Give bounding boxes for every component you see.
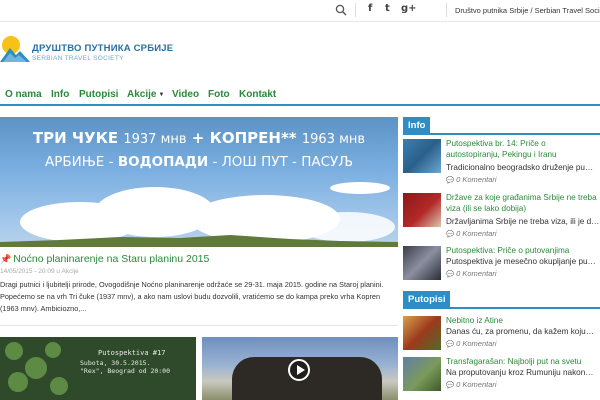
post-title[interactable]: Nebitno iz Atine xyxy=(446,315,600,326)
foliage xyxy=(45,342,61,358)
sidebar-section-putopisi: Putopisi xyxy=(403,291,600,309)
article-meta: 14/05/2015 - 20:09 u Akcije xyxy=(0,268,79,275)
nav-item-akcije-label: Akcije xyxy=(127,89,157,100)
poster-place: "Rex", Beograd od 20:00 xyxy=(80,367,171,375)
logo-mountain-icon xyxy=(0,36,30,62)
post-title[interactable]: Putospektiva: Priče o putovanjima xyxy=(446,245,600,256)
comment-icon: 💬 xyxy=(446,231,455,238)
post-thumbnail xyxy=(403,316,441,350)
comment-icon: 💬 xyxy=(446,177,455,184)
nav-item-putopisi[interactable]: Putopisi xyxy=(79,89,118,100)
section-label[interactable]: Info xyxy=(403,117,431,135)
pin-icon: 📌 xyxy=(0,254,12,264)
society-name[interactable]: Društvo putnika Srbije / Serbian Travel … xyxy=(455,6,600,15)
nav-item-foto[interactable]: Foto xyxy=(208,89,230,100)
divider xyxy=(0,325,398,326)
article-date: 14/05/2015 - 20:09 u xyxy=(0,268,60,275)
hero-text: 1937 мнв xyxy=(123,132,187,147)
article-category[interactable]: Akcije xyxy=(61,268,78,275)
comment-icon: 💬 xyxy=(446,382,455,389)
twitter-icon[interactable]: t xyxy=(385,3,390,14)
post-title[interactable]: Države za koje građanima Srbije ne treba… xyxy=(446,192,600,214)
hero-hills xyxy=(0,235,398,247)
hero-text: АРБИЊЕ - xyxy=(44,154,114,170)
chevron-down-icon: ▼ xyxy=(158,92,165,98)
comment-count[interactable]: 💬 0 Komentari xyxy=(446,380,497,389)
nav-item-kontakt[interactable]: Kontakt xyxy=(239,89,276,100)
section-label[interactable]: Putopisi xyxy=(403,291,451,309)
sidebar-section-info: Info xyxy=(403,117,600,135)
post-thumbnail xyxy=(403,246,441,280)
sidebar-post[interactable]: Nebitno iz Atine Danas ću, za promenu, d… xyxy=(403,315,600,355)
nav-item-info[interactable]: Info xyxy=(51,89,69,100)
sidebar-post[interactable]: Transfagarašan: Najbolji put na svetu Na… xyxy=(403,356,600,396)
nav-item-o-nama[interactable]: O nama xyxy=(5,89,42,100)
post-excerpt: Danas ću, za promenu, da kažem koju… xyxy=(446,327,594,336)
post-title[interactable]: Transfagarašan: Najbolji put na svetu xyxy=(446,356,600,367)
comment-count-text: 0 Komentari xyxy=(456,269,497,278)
facebook-icon[interactable]: f xyxy=(368,3,372,14)
featured-image[interactable]: ТРИ ЧУКЕ 1937 мнв + КОПРЕН** 1963 мнв АР… xyxy=(0,117,398,247)
post-thumbnail-video[interactable] xyxy=(202,337,398,400)
site-logo[interactable]: ДРУШТВО ПУТНИКА СРБИЈЕ SERBIAN TRAVEL SO… xyxy=(0,34,200,68)
sidebar-post[interactable]: Države za koje građanima Srbije ne treba… xyxy=(403,192,600,238)
post-excerpt: Državljanima Srbije ne treba viza, ili j… xyxy=(446,217,600,226)
divider xyxy=(446,3,447,17)
main-nav: O nama Info Putopisi Akcije ▼ Video Foto … xyxy=(0,86,600,106)
sidebar-post[interactable]: Putospektiva br. 14: Priče o autostopira… xyxy=(403,138,600,184)
post-thumbnail xyxy=(403,193,441,227)
hero-text: КОПРЕН** xyxy=(209,129,297,147)
comment-count-text: 0 Komentari xyxy=(456,175,497,184)
poster-title: Putospektiva #17 xyxy=(98,349,166,357)
foliage xyxy=(25,357,47,379)
comment-count[interactable]: 💬 0 Komentari xyxy=(446,269,497,278)
sidebar-post[interactable]: Putospektiva: Priče o putovanjima Putosp… xyxy=(403,245,600,285)
logo-subtitle: SERBIAN TRAVEL SOCIETY xyxy=(32,55,124,62)
post-thumbnail xyxy=(403,357,441,391)
article-title-text: Noćno planinarenje na Staru planinu 2015 xyxy=(13,253,210,265)
post-excerpt: Tradicionalno beogradsko druženje pu… xyxy=(446,163,594,172)
search-icon[interactable] xyxy=(335,4,347,16)
post-thumbnail-putospektiva[interactable]: Putospektiva #17 Subota, 30.5.2015. "Rex… xyxy=(0,337,196,400)
hero-text: + xyxy=(191,129,205,147)
foliage xyxy=(5,342,23,360)
comment-count-text: 0 Komentari xyxy=(456,339,497,348)
logo-name: ДРУШТВО ПУТНИКА СРБИЈЕ xyxy=(32,43,174,54)
nav-item-video[interactable]: Video xyxy=(172,89,199,100)
comment-count-text: 0 Komentari xyxy=(456,229,497,238)
google-plus-icon[interactable]: g+ xyxy=(401,3,417,14)
foliage xyxy=(50,377,68,395)
top-bar: f t g+ Društvo putnika Srbije / Serbian … xyxy=(0,0,600,22)
comment-icon: 💬 xyxy=(446,341,455,348)
play-icon[interactable] xyxy=(288,359,310,381)
hero-text: ВОДОПАДИ xyxy=(117,154,209,170)
comment-count-text: 0 Komentari xyxy=(456,380,497,389)
post-excerpt: Putospektiva je mesečno okupljanje pu… xyxy=(446,257,596,266)
comment-count[interactable]: 💬 0 Komentari xyxy=(446,229,497,238)
cloud xyxy=(330,182,390,194)
article-title[interactable]: 📌 Noćno planinarenje na Staru planinu 201… xyxy=(0,253,209,265)
post-excerpt: Na proputovanju kroz Rumuniju nakon… xyxy=(446,368,594,377)
nav-item-akcije[interactable]: Akcije ▼ xyxy=(127,89,164,100)
hero-text: 1963 мнв xyxy=(301,132,366,147)
comment-count[interactable]: 💬 0 Komentari xyxy=(446,175,497,184)
foliage xyxy=(8,372,28,392)
hero-text: - ЛОШ ПУТ - ПАСУЉ xyxy=(212,154,354,170)
comment-count[interactable]: 💬 0 Komentari xyxy=(446,339,497,348)
post-thumbnail xyxy=(403,139,441,173)
post-title[interactable]: Putospektiva br. 14: Priče o autostopira… xyxy=(446,138,600,160)
hero-line-2: АРБИЊЕ - ВОДОПАДИ - ЛОШ ПУТ - ПАСУЉ xyxy=(0,154,398,170)
divider xyxy=(355,3,356,17)
hero-line-1: ТРИ ЧУКЕ 1937 мнв + КОПРЕН** 1963 мнв xyxy=(0,129,398,147)
hero-text: ТРИ ЧУКЕ xyxy=(32,129,119,147)
comment-icon: 💬 xyxy=(446,271,455,278)
poster-date: Subota, 30.5.2015. xyxy=(80,359,151,367)
article-excerpt: Dragi putnici i ljubitelji prirode, Ovog… xyxy=(0,280,384,313)
